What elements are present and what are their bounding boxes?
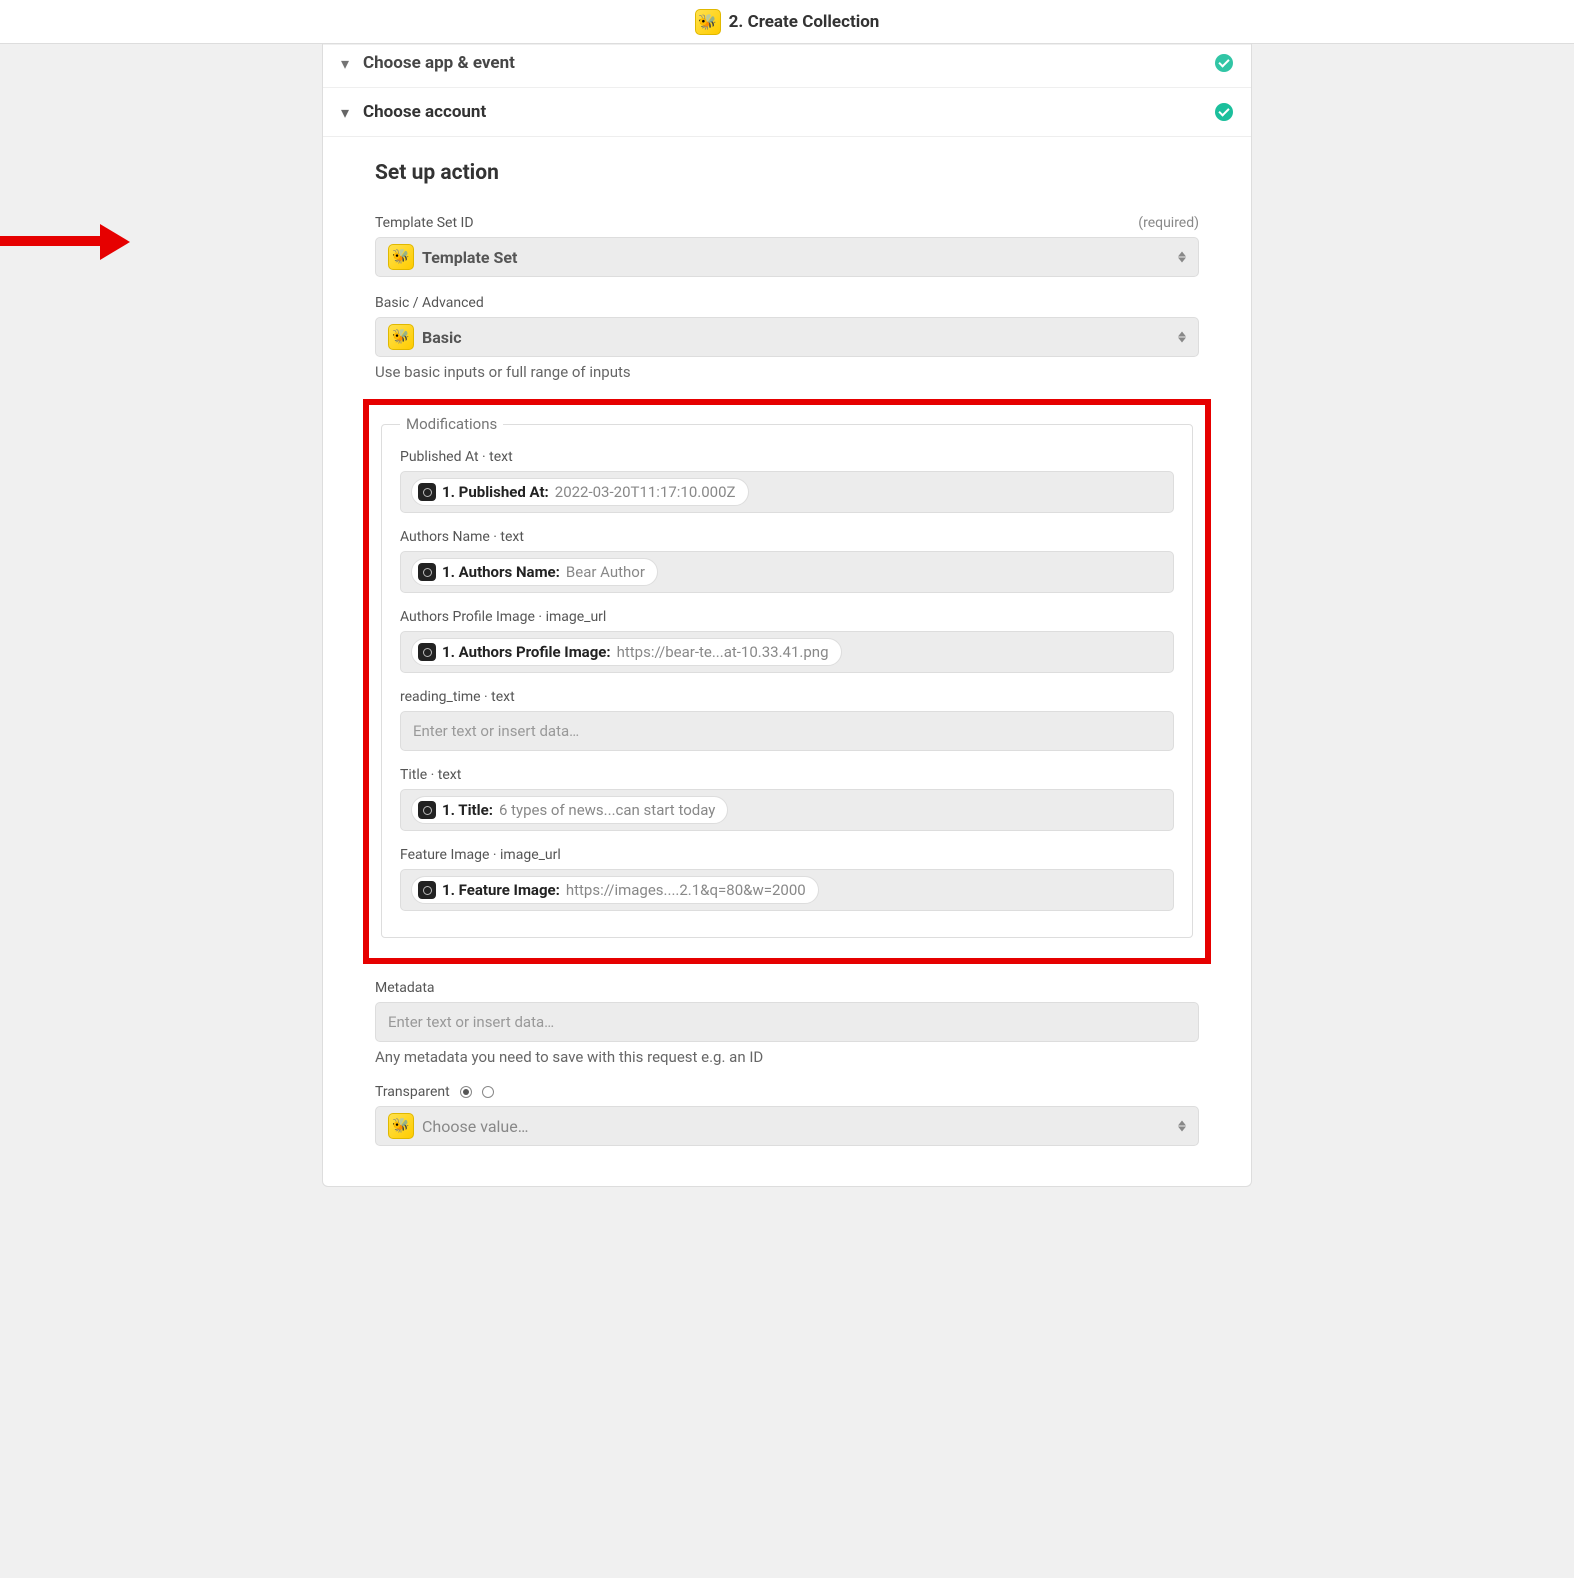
section-choose-account[interactable]: ▾ Choose account (323, 88, 1251, 137)
section-label: Choose app & event (363, 53, 1215, 73)
chip-prefix: 1. Published At: (442, 483, 549, 501)
data-chip[interactable]: 1. Title: 6 types of news...can start to… (411, 796, 728, 824)
chip-value: Bear Author (566, 563, 645, 581)
source-step-icon (418, 801, 436, 819)
helper-text: Any metadata you need to save with this … (375, 1048, 1199, 1066)
modification-field: Published At · text 1. Published At: 2022… (400, 449, 1174, 513)
source-step-icon (418, 563, 436, 581)
modifications-legend: Modifications (400, 415, 503, 433)
app-icon: 🐝 (388, 324, 414, 350)
radio-option-1[interactable] (460, 1086, 472, 1098)
section-choose-app[interactable]: ▾ Choose app & event (323, 44, 1251, 88)
chip-prefix: 1. Authors Name: (442, 563, 560, 581)
mod-input[interactable]: 1. Title: 6 types of news...can start to… (400, 789, 1174, 831)
template-set-select[interactable]: 🐝 Template Set (375, 237, 1199, 277)
chevron-down-icon: ▾ (341, 103, 349, 122)
updown-icon (1178, 1121, 1186, 1132)
modification-field: Feature Image · image_url 1. Feature Imag… (400, 847, 1174, 911)
updown-icon (1178, 252, 1186, 263)
mod-input[interactable]: 1. Authors Name: Bear Author (400, 551, 1174, 593)
radio-option-2[interactable] (482, 1086, 494, 1098)
source-step-icon (418, 483, 436, 501)
placeholder: Enter text or insert data… (386, 1013, 554, 1031)
chip-prefix: 1. Feature Image: (442, 881, 560, 899)
annotation-highlight: Modifications Published At · text 1. Publ… (363, 399, 1211, 964)
chip-value: 6 types of news...can start today (499, 801, 715, 819)
modification-field: Title · text 1. Title: 6 types of news...… (400, 767, 1174, 831)
app-icon: 🐝 (388, 244, 414, 270)
field-label: Metadata (375, 980, 435, 996)
chip-value: https://bear-te...at-10.33.41.png (617, 643, 829, 661)
field-basic-advanced: Basic / Advanced 🐝 Basic Use basic input… (375, 295, 1199, 381)
data-chip[interactable]: 1. Published At: 2022-03-20T11:17:10.000… (411, 478, 749, 506)
step-header: 🐝 2. Create Collection (0, 0, 1574, 44)
mod-label: Authors Profile Image · image_url (400, 609, 1174, 625)
chip-value: https://images....2.1&q=80&w=2000 (566, 881, 806, 899)
source-step-icon (418, 643, 436, 661)
mod-label: Authors Name · text (400, 529, 1174, 545)
check-icon (1215, 103, 1233, 121)
mod-input[interactable]: 1. Feature Image: https://images....2.1&… (400, 869, 1174, 911)
section-setup-action: Set up action Template Set ID (required)… (323, 137, 1251, 1186)
step-panel: ▾ Choose app & event ▾ Choose account Se… (322, 44, 1252, 1187)
modification-field: Authors Profile Image · image_url 1. Auth… (400, 609, 1174, 673)
mod-input[interactable]: Enter text or insert data… (400, 711, 1174, 751)
modification-field: reading_time · text Enter text or insert … (400, 689, 1174, 751)
field-label: Basic / Advanced (375, 295, 484, 311)
mod-input[interactable]: 1. Authors Profile Image: https://bear-t… (400, 631, 1174, 673)
data-chip[interactable]: 1. Authors Name: Bear Author (411, 558, 658, 586)
mod-label: Feature Image · image_url (400, 847, 1174, 863)
chip-prefix: 1. Authors Profile Image: (442, 643, 611, 661)
step-title: 2. Create Collection (729, 12, 880, 32)
app-icon: 🐝 (388, 1113, 414, 1139)
basic-advanced-select[interactable]: 🐝 Basic (375, 317, 1199, 357)
transparent-select[interactable]: 🐝 Choose value… (375, 1106, 1199, 1146)
mod-input[interactable]: 1. Published At: 2022-03-20T11:17:10.000… (400, 471, 1174, 513)
required-tag: (required) (1138, 215, 1199, 231)
source-step-icon (418, 881, 436, 899)
field-label: Transparent (375, 1084, 450, 1100)
field-transparent: Transparent 🐝 Choose value… (375, 1084, 1199, 1146)
placeholder: Enter text or insert data… (411, 722, 579, 740)
helper-text: Use basic inputs or full range of inputs (375, 363, 1199, 381)
select-placeholder: Choose value… (422, 1117, 528, 1136)
mod-label: Published At · text (400, 449, 1174, 465)
section-label: Choose account (363, 102, 1215, 122)
select-value: Template Set (422, 248, 517, 267)
chip-prefix: 1. Title: (442, 801, 493, 819)
data-chip[interactable]: 1. Authors Profile Image: https://bear-t… (411, 638, 842, 666)
field-label: Template Set ID (375, 215, 474, 231)
check-icon (1215, 54, 1233, 72)
mod-label: Title · text (400, 767, 1174, 783)
chevron-down-icon: ▾ (341, 54, 349, 73)
modification-field: Authors Name · text 1. Authors Name: Bear… (400, 529, 1174, 593)
field-template-set: Template Set ID (required) 🐝 Template Se… (375, 215, 1199, 277)
modifications-fieldset: Modifications Published At · text 1. Publ… (381, 415, 1193, 938)
data-chip[interactable]: 1. Feature Image: https://images....2.1&… (411, 876, 819, 904)
mod-label: reading_time · text (400, 689, 1174, 705)
field-metadata: Metadata Enter text or insert data… Any … (375, 980, 1199, 1066)
setup-heading: Set up action (375, 161, 1199, 185)
metadata-input[interactable]: Enter text or insert data… (375, 1002, 1199, 1042)
select-value: Basic (422, 328, 462, 347)
app-icon: 🐝 (695, 9, 721, 35)
chip-value: 2022-03-20T11:17:10.000Z (555, 483, 736, 501)
updown-icon (1178, 332, 1186, 343)
